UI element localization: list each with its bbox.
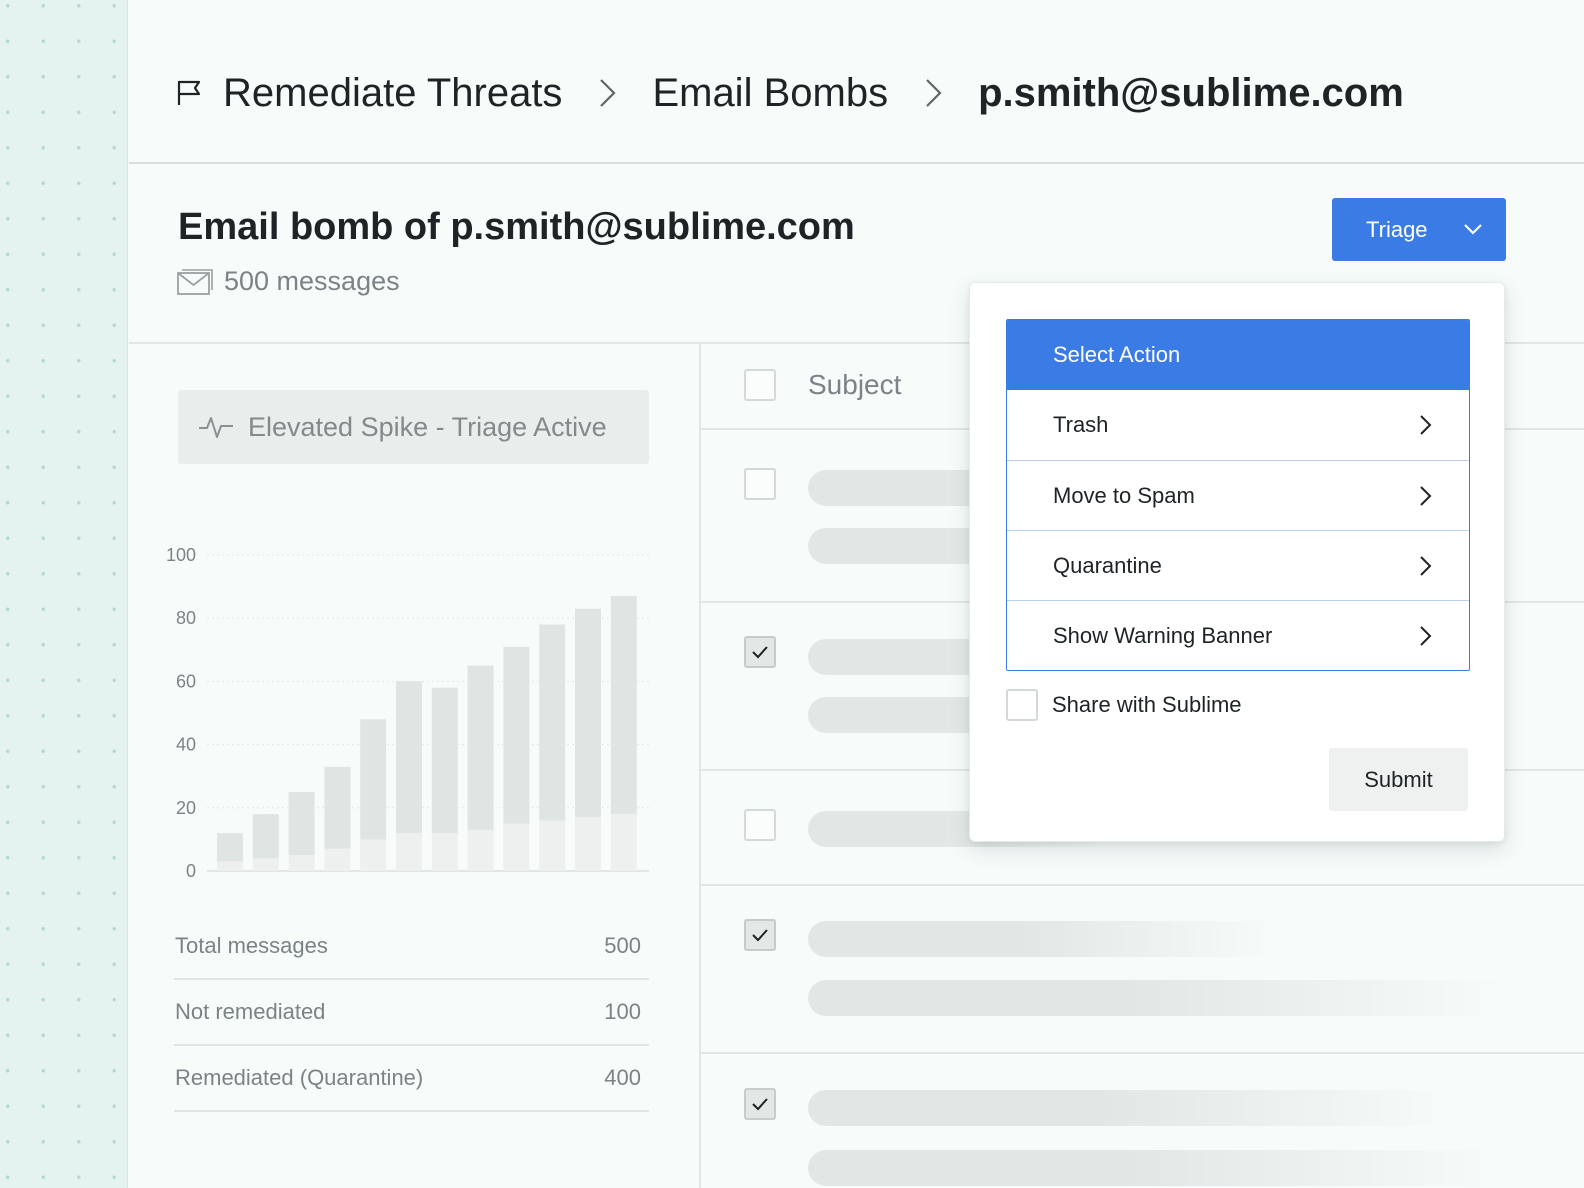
chevron-right-icon	[1415, 414, 1435, 436]
divider	[129, 162, 1584, 164]
checkmark-icon	[752, 929, 768, 942]
stats-list: Total messages 500 Not remediated 100 Re…	[174, 914, 649, 1112]
activity-pulse-icon	[198, 414, 234, 440]
chevron-right-icon	[918, 76, 948, 110]
y-tick-label: 60	[176, 671, 196, 691]
subject-placeholder	[808, 980, 1508, 1016]
row-checkbox-checked[interactable]	[744, 1088, 776, 1120]
stat-row-total: Total messages 500	[174, 914, 649, 980]
table-row[interactable]	[701, 886, 1584, 1054]
stat-value: 400	[604, 1065, 641, 1090]
y-tick-label: 40	[176, 735, 196, 755]
bar-segment-top	[396, 681, 422, 834]
y-tick-label: 100	[166, 545, 196, 565]
menu-item-label: Quarantine	[1053, 552, 1162, 578]
subject-placeholder	[808, 1150, 1508, 1186]
chevron-down-icon	[1462, 218, 1484, 240]
chevron-right-icon	[1415, 485, 1435, 507]
stat-value: 100	[604, 999, 641, 1024]
row-checkbox-checked[interactable]	[744, 636, 776, 668]
bar-segment-base	[288, 855, 315, 871]
menu-item-show-warning-banner[interactable]: Show Warning Banner	[1007, 600, 1469, 670]
bar-segment-base	[467, 829, 494, 871]
message-volume-chart: 100 80 60 40 20 0	[166, 545, 649, 881]
bar-segment-top	[467, 665, 494, 830]
bar-segment-base	[360, 839, 387, 871]
bar-segment-base	[431, 833, 458, 871]
bar-segment-base	[610, 814, 637, 871]
bar-segment-top	[431, 687, 458, 834]
stat-label: Total messages	[175, 933, 328, 958]
stat-label: Remediated (Quarantine)	[175, 1065, 424, 1090]
bar-segment-base	[575, 817, 601, 871]
dotted-side-rail	[0, 0, 128, 1188]
bar-segment-base	[252, 858, 279, 871]
bar-segment-top	[575, 608, 601, 818]
row-checkbox[interactable]	[744, 468, 776, 500]
y-tick-label: 0	[186, 861, 196, 881]
chevron-right-icon	[1415, 625, 1435, 647]
bar-segment-base	[396, 833, 422, 871]
status-label: Elevated Spike - Triage Active	[248, 411, 607, 442]
chevron-right-icon	[592, 76, 622, 110]
share-checkbox[interactable]	[1006, 689, 1038, 721]
submit-button[interactable]: Submit	[1329, 748, 1468, 811]
bar-segment-top	[288, 792, 315, 856]
checkmark-icon	[752, 646, 768, 659]
bar-segment-base	[503, 823, 530, 871]
menu-item-label: Move to Spam	[1053, 482, 1195, 508]
menu-header-select-action[interactable]: Select Action	[1007, 320, 1469, 390]
flag-icon	[175, 78, 205, 108]
bar-segment-top	[217, 833, 243, 862]
select-all-checkbox[interactable]	[744, 369, 776, 401]
table-row[interactable]	[701, 1054, 1584, 1188]
message-count-text: 500 messages	[224, 266, 400, 296]
subject-placeholder	[808, 921, 1278, 957]
bar-segment-top	[503, 646, 530, 824]
bar-segment-base	[539, 820, 566, 871]
share-with-sublime-option[interactable]: Share with Sublime	[1006, 689, 1242, 721]
bar-segment-top	[539, 624, 566, 821]
breadcrumb-item-current: p.smith@sublime.com	[978, 70, 1404, 115]
bar-segment-top	[252, 814, 279, 859]
y-tick-label: 80	[176, 608, 196, 628]
column-header-subject[interactable]: Subject	[808, 369, 901, 401]
y-tick-label: 20	[176, 798, 196, 818]
menu-item-trash[interactable]: Trash	[1007, 390, 1469, 460]
main-area: Remediate Threats Email Bombs p.smith@su…	[129, 0, 1584, 1188]
status-badge: Elevated Spike - Triage Active	[178, 390, 649, 464]
bar-segment-top	[610, 596, 637, 815]
breadcrumb: Remediate Threats Email Bombs p.smith@su…	[175, 68, 1404, 118]
bar-segment-top	[360, 719, 387, 840]
menu-item-label: Show Warning Banner	[1053, 622, 1273, 648]
subject-placeholder	[808, 1090, 1458, 1126]
menu-item-move-to-spam[interactable]: Move to Spam	[1007, 460, 1469, 530]
bar-segment-base	[217, 861, 243, 871]
stat-value: 500	[604, 933, 641, 958]
row-checkbox[interactable]	[744, 809, 776, 841]
breadcrumb-item-email-bombs[interactable]: Email Bombs	[652, 71, 888, 116]
stat-row-remediated: Remediated (Quarantine) 400	[174, 1046, 649, 1112]
chevron-right-icon	[1415, 555, 1435, 577]
menu-item-quarantine[interactable]: Quarantine	[1007, 530, 1469, 600]
envelope-icon	[176, 267, 214, 297]
menu-item-label: Trash	[1053, 412, 1109, 437]
stat-label: Not remediated	[175, 999, 326, 1024]
share-label: Share with Sublime	[1052, 692, 1242, 717]
bar-segment-top	[324, 766, 351, 849]
triage-dropdown: Select Action Trash Move to Spam Quarant…	[969, 282, 1505, 842]
row-checkbox-checked[interactable]	[744, 919, 776, 951]
message-count: 500 messages	[176, 266, 400, 297]
triage-button[interactable]: Triage	[1332, 198, 1506, 261]
page-title: Email bomb of p.smith@sublime.com	[178, 206, 855, 248]
bar-segment-base	[324, 848, 351, 871]
stat-row-not-remediated: Not remediated 100	[174, 980, 649, 1046]
checkmark-icon	[752, 1098, 768, 1111]
breadcrumb-item-remediate-threats[interactable]: Remediate Threats	[223, 71, 562, 116]
triage-button-label: Triage	[1366, 216, 1428, 242]
action-menu: Select Action Trash Move to Spam Quarant…	[1006, 319, 1470, 671]
